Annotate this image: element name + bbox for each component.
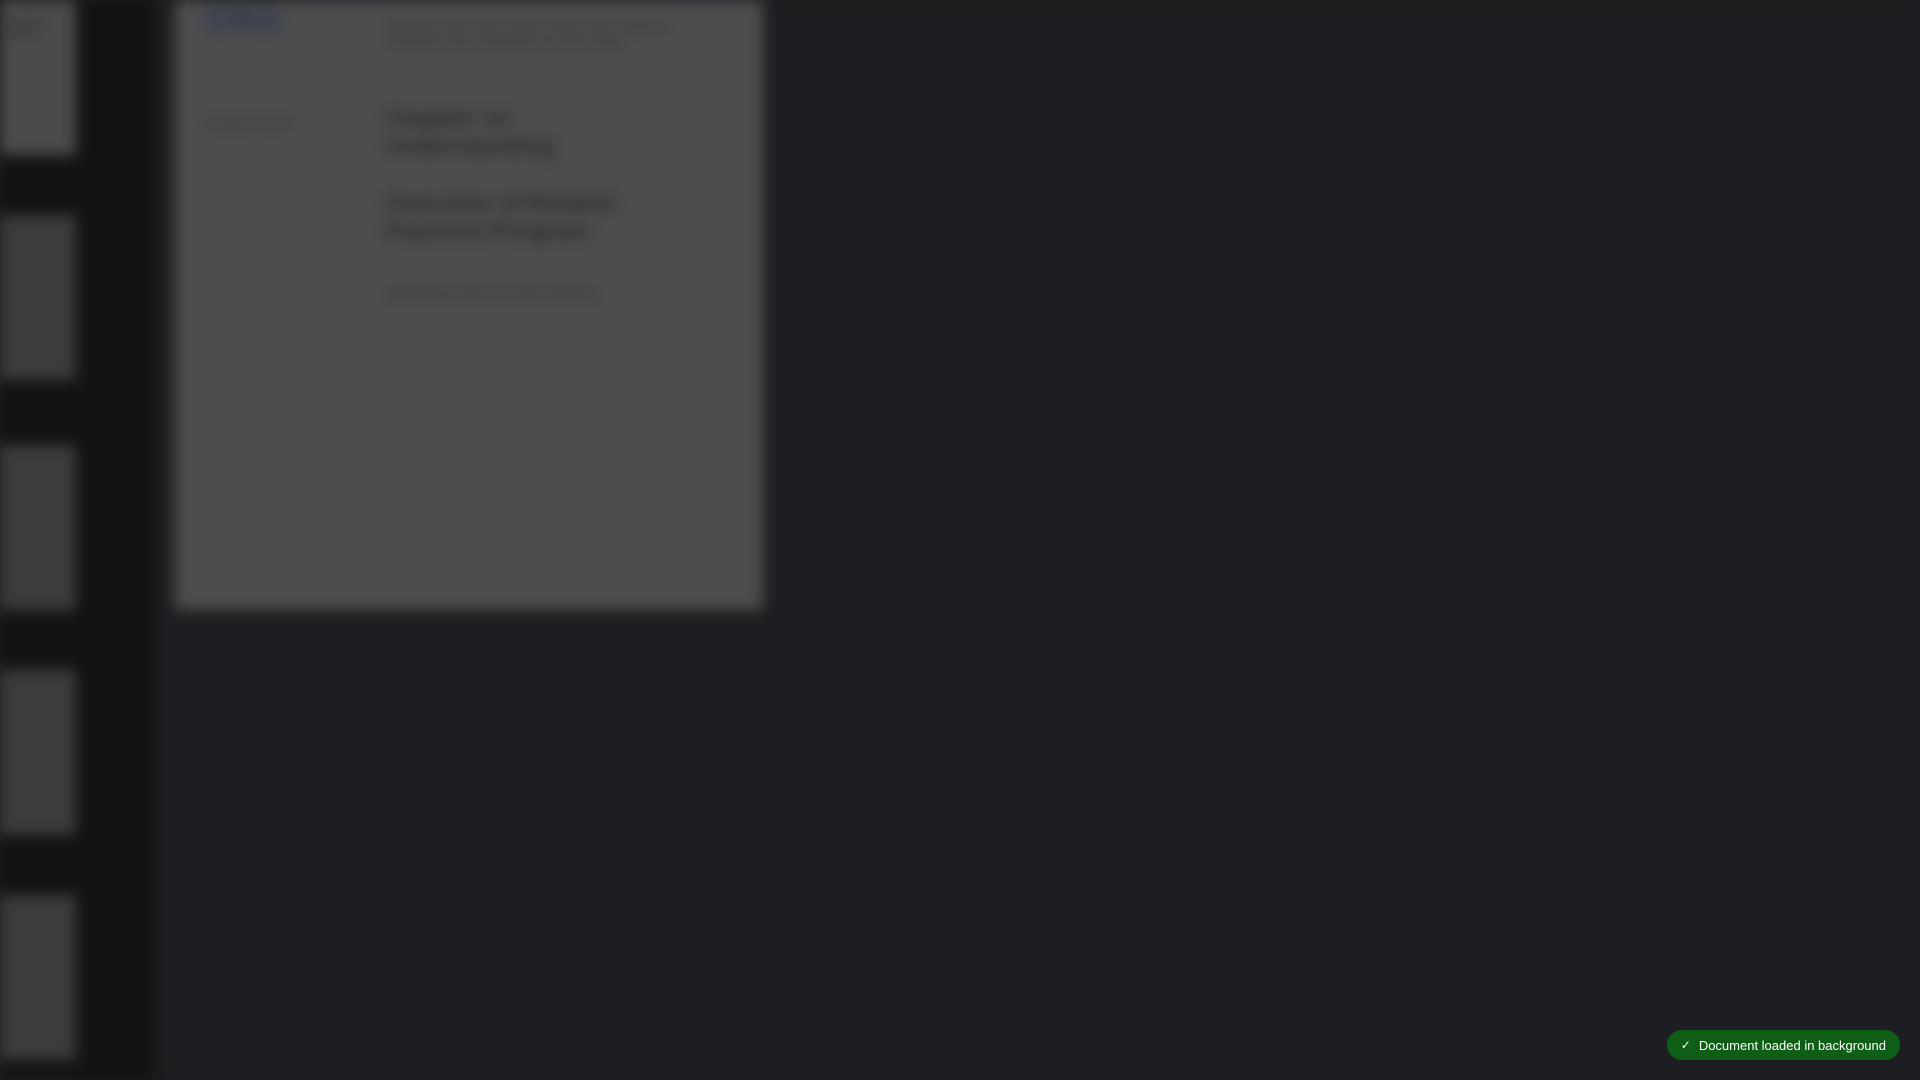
- document-heading: Overview of Related Payment Program: [385, 190, 615, 245]
- page-thumbnail-sidebar: [0, 0, 155, 1080]
- page-thumbnail[interactable]: [0, 670, 76, 835]
- document-left-label: xxxxxxxx xxxx x: [205, 115, 297, 130]
- document-logo: ORD: [205, 2, 283, 38]
- document-page: ORD xxxxxxxx xxxx xxxxx xxxxxx xxxxx xxx…: [175, 0, 763, 610]
- page-thumbnail[interactable]: [0, 215, 76, 380]
- page-thumbnail[interactable]: [0, 0, 76, 155]
- app-root: ORD xxxxxxxx xxxx xxxxx xxxxxx xxxxx xxx…: [0, 0, 1920, 1080]
- page-thumbnail[interactable]: [0, 895, 76, 1060]
- document-heading: Chapter on Understanding: [385, 105, 555, 160]
- document-top-paragraph: xxxxxxxx xxxx xxxxx xxxxxx xxxxx xxxx xx…: [385, 18, 667, 49]
- toast-message: Document loaded in background: [1698, 1037, 1886, 1053]
- check-icon: ✓: [1680, 1038, 1691, 1052]
- status-toast: ✓ Document loaded in background: [1666, 1030, 1900, 1060]
- document-footnote: xxxxxxxxx xxxx xx xxxx xxxxxxx: [385, 285, 597, 302]
- page-thumbnail[interactable]: [0, 445, 76, 610]
- blurred-background: ORD xxxxxxxx xxxx xxxxx xxxxxx xxxxx xxx…: [0, 0, 1920, 1080]
